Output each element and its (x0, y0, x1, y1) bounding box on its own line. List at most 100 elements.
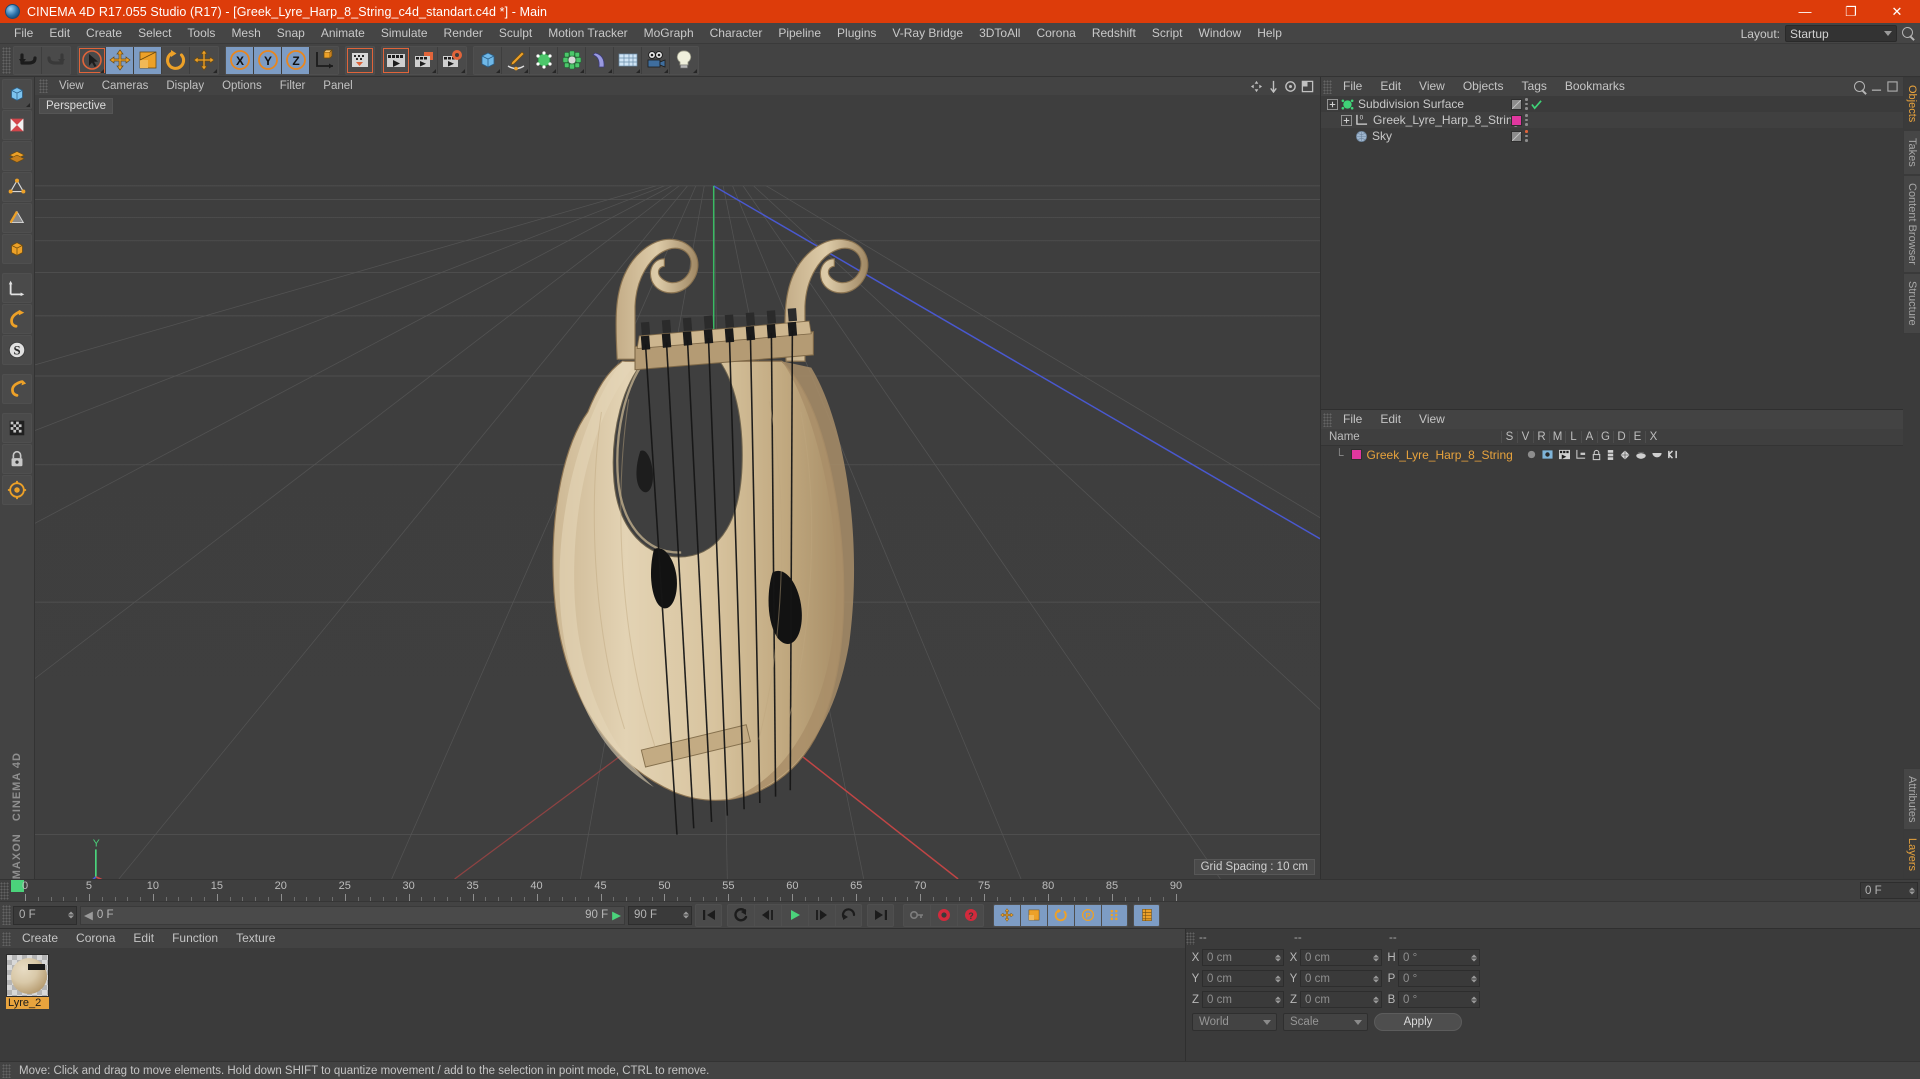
loop-button[interactable] (835, 903, 862, 927)
workplane-icon[interactable] (2, 304, 32, 334)
material-tag-swatch[interactable] (1511, 114, 1522, 126)
play-forward-button[interactable] (781, 903, 808, 927)
model-mode-icon[interactable] (2, 79, 32, 109)
menu-item-window[interactable]: Window (1191, 23, 1250, 44)
floor-scene-button[interactable] (614, 46, 642, 74)
primitive-cube-button[interactable] (474, 46, 502, 74)
object-row-subdivision-surface[interactable]: Subdivision Surface (1321, 96, 1903, 112)
mm-menu-texture[interactable]: Texture (227, 929, 284, 948)
material-swatch[interactable] (1350, 449, 1362, 460)
menu-item-simulate[interactable]: Simulate (373, 23, 436, 44)
live-selection-button[interactable] (78, 46, 106, 74)
viewport-menu-display[interactable]: Display (157, 77, 213, 95)
mograph-tag-icon[interactable] (1575, 449, 1587, 460)
mm-menu-function[interactable]: Function (163, 929, 227, 948)
object-row-sky[interactable]: Sky (1321, 128, 1903, 144)
search-icon[interactable] (1902, 26, 1916, 41)
om-menu-bookmarks[interactable]: Bookmarks (1556, 77, 1634, 96)
deformer-button[interactable] (558, 46, 586, 74)
close-button[interactable]: ✕ (1874, 0, 1920, 23)
coordinate-system-dropdown[interactable]: World (1192, 1013, 1277, 1031)
lock-icon[interactable] (2, 444, 32, 474)
move-axis-button[interactable] (190, 46, 218, 74)
object-axis-icon[interactable] (2, 234, 32, 264)
am-menu-file[interactable]: File (1334, 410, 1371, 429)
table-row[interactable]: └ Greek_Lyre_Harp_8_String (1321, 446, 1903, 463)
play-backwards-button[interactable] (727, 903, 754, 927)
spinner-icon[interactable] (1275, 954, 1281, 961)
selection-tag-icon[interactable] (1526, 449, 1537, 460)
mm-menu-create[interactable]: Create (13, 929, 67, 948)
timeline-toggle-button[interactable] (1133, 903, 1160, 927)
om-menu-objects[interactable]: Objects (1454, 77, 1513, 96)
render-view-button[interactable] (382, 46, 410, 74)
axis-y-button[interactable]: Y (254, 46, 282, 74)
maximize-button[interactable]: ❐ (1828, 0, 1874, 23)
rotation-key-button[interactable] (1047, 903, 1074, 927)
size-z-field[interactable]: 0 cm (1300, 991, 1382, 1008)
size-x-field[interactable]: 0 cm (1300, 949, 1382, 966)
menu-item-script[interactable]: Script (1144, 23, 1191, 44)
spinner-icon[interactable] (1275, 975, 1281, 982)
texture-mode-icon[interactable] (2, 110, 32, 140)
menu-item-help[interactable]: Help (1249, 23, 1290, 44)
menu-item-character[interactable]: Character (702, 23, 771, 44)
light-button[interactable] (670, 46, 698, 74)
go-to-start-button[interactable] (695, 903, 722, 927)
menu-item-mograph[interactable]: MoGraph (636, 23, 702, 44)
mm-menu-corona[interactable]: Corona (67, 929, 124, 948)
minimize-button[interactable]: — (1782, 0, 1828, 23)
material-preview-thumbnail[interactable] (6, 954, 49, 997)
scale-tool-button[interactable] (134, 46, 162, 74)
om-menu-file[interactable]: File (1334, 77, 1371, 96)
om-search-icon[interactable] (1854, 80, 1866, 93)
menu-item-pipeline[interactable]: Pipeline (770, 23, 829, 44)
axis-z-button[interactable]: Z (282, 46, 310, 74)
zoom-view-icon[interactable] (1267, 80, 1280, 93)
rotate-tool-button[interactable] (162, 46, 190, 74)
spinner-icon[interactable] (1909, 887, 1915, 894)
object-dots-icon[interactable] (1525, 130, 1528, 142)
menu-item-snap[interactable]: Snap (269, 23, 313, 44)
redo-button[interactable] (42, 46, 70, 74)
menu-item-redshift[interactable]: Redshift (1084, 23, 1144, 44)
tab-structure[interactable]: Structure (1903, 272, 1920, 334)
timeline-ruler[interactable]: 0 5 10 15 20 25 30 35 40 45 50 55 60 65 70 75 80 85 90 (11, 880, 1858, 901)
position-y-field[interactable]: 0 cm (1202, 970, 1284, 987)
expression-tag-icon[interactable] (1667, 449, 1678, 460)
menu-item-edit[interactable]: Edit (41, 23, 78, 44)
position-x-field[interactable]: 0 cm (1202, 949, 1284, 966)
bend-button[interactable] (586, 46, 614, 74)
menu-item-select[interactable]: Select (130, 23, 179, 44)
am-menu-view[interactable]: View (1410, 410, 1454, 429)
point-level-animation-button[interactable] (1101, 903, 1128, 927)
spinner-icon[interactable] (1471, 996, 1477, 1003)
object-visibility-swatch[interactable] (1511, 130, 1522, 142)
edge-mode-icon[interactable] (2, 203, 32, 233)
spinner-icon[interactable] (1373, 996, 1379, 1003)
om-menu-tags[interactable]: Tags (1513, 77, 1556, 96)
timeline-grip[interactable] (0, 882, 9, 900)
apply-button[interactable]: Apply (1374, 1013, 1462, 1031)
rotate-view-icon[interactable] (1284, 80, 1297, 93)
lock-tag-icon[interactable] (1591, 449, 1602, 461)
next-frame-button[interactable] (808, 903, 835, 927)
object-row-greek-lyre-harp[interactable]: 0 Greek_Lyre_Harp_8_String (1321, 112, 1903, 128)
render-tag-icon[interactable] (1558, 449, 1571, 460)
world-coordinate-button[interactable] (310, 46, 338, 74)
menu-item-plugins[interactable]: Plugins (829, 23, 884, 44)
menu-item-create[interactable]: Create (78, 23, 130, 44)
snap-icon[interactable] (2, 374, 32, 404)
menu-item-file[interactable]: File (6, 23, 41, 44)
spinner-icon[interactable] (1373, 954, 1379, 961)
timeline-right-field[interactable]: 0 F (1860, 882, 1918, 899)
render-region-button[interactable] (410, 46, 438, 74)
menu-item-motion-tracker[interactable]: Motion Tracker (540, 23, 635, 44)
lock-axis-icon[interactable]: S (2, 335, 32, 365)
viewport-menu-filter[interactable]: Filter (271, 77, 315, 95)
preview-end-field[interactable]: 90 F (628, 905, 692, 925)
viewport-menu-view[interactable]: View (50, 77, 93, 95)
quantize-icon[interactable] (2, 413, 32, 443)
object-dots-icon[interactable] (1525, 98, 1528, 110)
layout-dropdown[interactable]: Startup (1785, 25, 1897, 42)
